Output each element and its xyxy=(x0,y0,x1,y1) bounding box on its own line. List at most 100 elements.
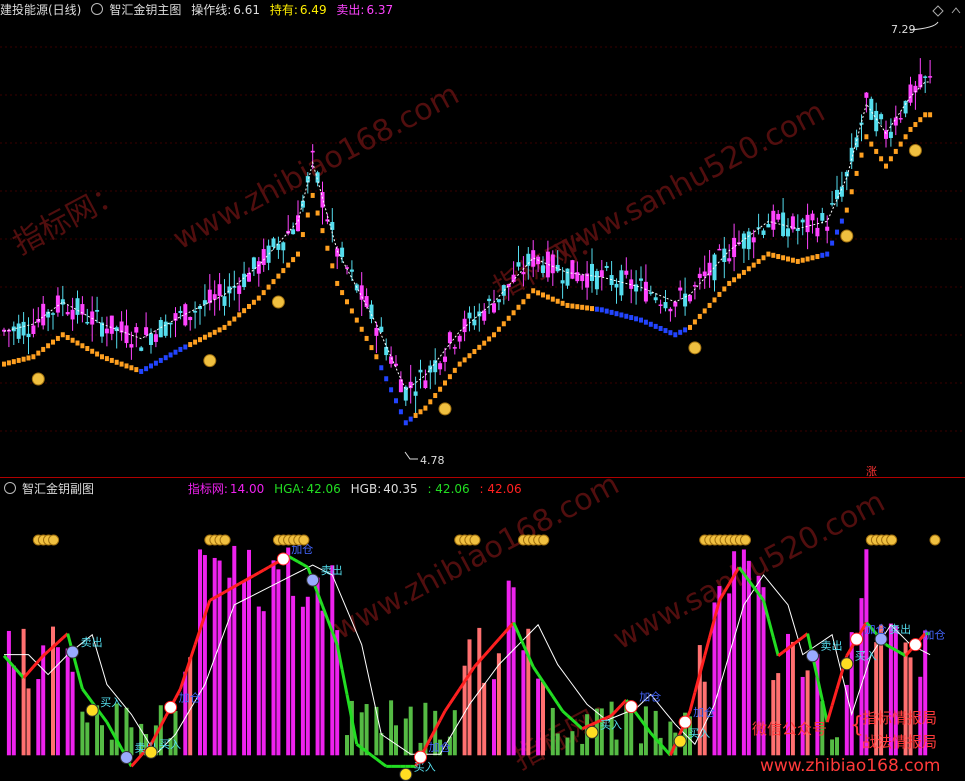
indicator-bar xyxy=(129,727,134,756)
sell-step-mark xyxy=(609,309,614,315)
site-url: www.zhibiao168.com xyxy=(760,756,941,776)
hga-line-segment xyxy=(375,757,383,764)
indicator-bar xyxy=(261,611,266,756)
sell-step-mark xyxy=(604,308,609,314)
sell-signal-icon xyxy=(120,751,133,765)
hga-line-segment xyxy=(253,571,260,577)
indicator-bar xyxy=(345,735,349,756)
candle-body xyxy=(751,237,756,243)
hold-step-mark xyxy=(555,298,560,304)
candle-body xyxy=(26,333,31,338)
hold-step-mark xyxy=(786,256,790,262)
hold-step-mark xyxy=(580,304,585,310)
candle-body xyxy=(21,321,26,336)
hold-step-mark xyxy=(217,327,222,333)
candle-body xyxy=(580,275,585,282)
hold-step-mark xyxy=(31,354,36,360)
zhang-badge[interactable]: 涨 xyxy=(866,465,877,478)
hold-step-mark xyxy=(247,303,251,309)
candle-body xyxy=(144,327,149,335)
sell-step-mark xyxy=(153,360,158,366)
buy-signal-icon xyxy=(673,734,687,748)
candle-body xyxy=(570,260,575,279)
candle-body xyxy=(594,271,599,290)
scroll-up-icon[interactable] xyxy=(951,7,961,14)
candle-body xyxy=(364,296,369,307)
hold-step-mark xyxy=(741,269,746,275)
hold-step-mark xyxy=(692,319,697,325)
hga-line-segment xyxy=(188,644,197,660)
candle-body xyxy=(908,84,913,103)
hold-step-mark xyxy=(2,361,6,367)
hold-step-mark xyxy=(80,343,85,349)
hold-step-mark xyxy=(109,357,114,363)
candle-body xyxy=(776,213,781,220)
indicator-bar xyxy=(741,549,746,756)
hold-step-mark xyxy=(310,192,315,198)
hga-line-segment xyxy=(777,650,785,657)
candle-body xyxy=(65,312,70,315)
buy-signal-label: 买入 xyxy=(688,727,710,740)
candle-body xyxy=(501,285,506,296)
hold-step-mark xyxy=(281,268,286,274)
candle-body xyxy=(129,344,134,348)
candle-body xyxy=(217,284,222,296)
money-bag-icon xyxy=(48,534,60,546)
hold-step-mark xyxy=(898,141,903,147)
hold-step-mark xyxy=(16,357,21,363)
add-signal-icon xyxy=(624,700,638,714)
hold-step-mark xyxy=(256,295,261,301)
candle-body xyxy=(874,110,879,132)
hold-step-mark xyxy=(335,280,340,286)
hold-step-mark xyxy=(315,210,320,216)
hold-step-mark xyxy=(751,262,756,268)
sell-step-mark xyxy=(643,319,648,325)
candle-body xyxy=(70,309,75,320)
indicator-bar xyxy=(65,648,70,756)
hold-step-mark xyxy=(477,344,482,350)
hold-step-mark xyxy=(100,354,104,360)
money-bag-icon xyxy=(203,354,217,368)
hold-step-mark xyxy=(36,350,41,356)
hold-step-mark xyxy=(320,228,325,234)
hold-step-mark xyxy=(545,294,550,300)
add-signal-label: 加仓 xyxy=(639,690,661,704)
candle-body xyxy=(271,238,276,248)
hold-step-mark xyxy=(51,339,55,345)
hold-step-mark xyxy=(212,329,217,335)
sell-step-mark xyxy=(379,365,384,371)
indicator-bar xyxy=(202,555,207,756)
add-signal-icon xyxy=(678,715,692,729)
scroll-diamond-icon[interactable] xyxy=(932,5,944,17)
candle-body xyxy=(443,356,447,362)
candle-body xyxy=(683,293,688,307)
indicator-bar xyxy=(550,707,555,756)
candle-body xyxy=(864,92,869,98)
sell-step-mark xyxy=(678,329,683,335)
candle-body xyxy=(884,130,888,139)
candle-body xyxy=(805,214,810,233)
candle-body xyxy=(839,186,844,197)
hold-step-mark xyxy=(114,359,119,365)
indicator-bar xyxy=(614,739,619,756)
candle-body xyxy=(614,283,619,288)
candle-body xyxy=(761,230,766,235)
hold-step-mark xyxy=(452,367,457,373)
hold-step-mark xyxy=(70,337,75,343)
candle-body xyxy=(251,257,256,270)
buy-signal-label: 买入 xyxy=(100,696,122,709)
hga-line-segment xyxy=(634,712,643,721)
sell-step-mark xyxy=(825,251,830,257)
hold-step-mark xyxy=(21,356,26,362)
hold-step-mark xyxy=(506,315,511,321)
candle-body xyxy=(771,210,776,230)
candle-body xyxy=(31,325,36,335)
add-signal-label: 加仓 xyxy=(693,705,715,719)
add-signal-label: 加仓 xyxy=(179,690,201,704)
candle-body xyxy=(903,100,908,114)
sell-step-mark xyxy=(639,317,643,323)
sell-step-mark xyxy=(384,376,389,382)
hold-step-mark xyxy=(472,349,477,355)
hold-step-mark xyxy=(874,148,879,154)
candle-body xyxy=(692,285,697,287)
